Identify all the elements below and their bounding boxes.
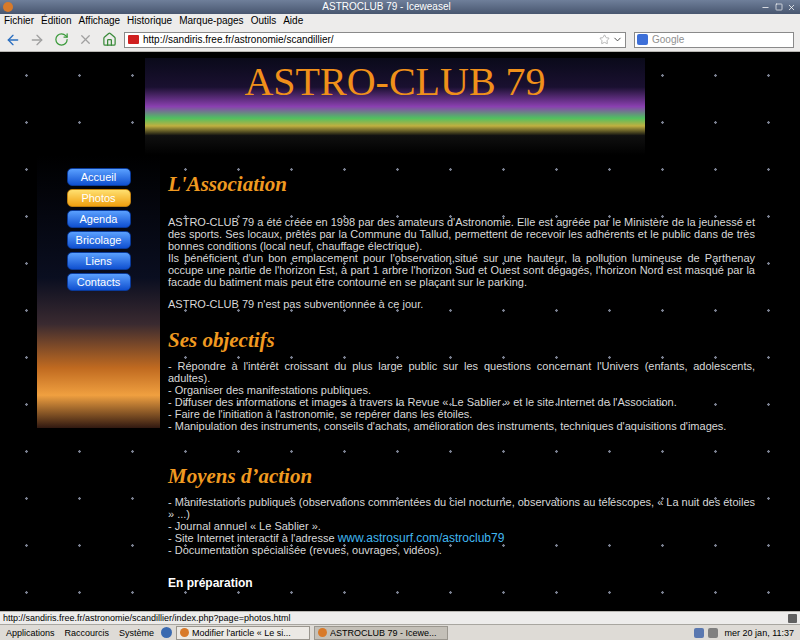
launcher-icon[interactable]	[161, 627, 172, 638]
text-line: - Site Internet interactif à l'adresse w…	[168, 532, 755, 544]
bookmark-star-icon[interactable]	[599, 34, 610, 45]
menu-item[interactable]: Édition	[41, 14, 72, 28]
text-line: - Répondre à l'intérêt croissant du plus…	[168, 360, 755, 384]
window-title: ASTROCLUB 79 - Iceweasel	[13, 0, 760, 14]
nav-button[interactable]: Photos	[67, 189, 131, 207]
volume-icon[interactable]	[708, 628, 718, 638]
close-icon[interactable]	[786, 2, 797, 13]
paragraph: ASTRO-CLUB 79 n'est pas subventionnée à …	[168, 298, 755, 310]
favicon-icon	[128, 35, 139, 44]
text-line: - Organiser des manifestations publiques…	[168, 384, 755, 396]
forward-icon[interactable]	[26, 29, 48, 51]
status-bar: http://sandiris.free.fr/astronomie/scand…	[0, 611, 800, 624]
nav-button[interactable]: Agenda	[67, 210, 131, 228]
app-icon	[180, 628, 189, 637]
text-line: ASTRO-CLUB 79 n'est pas subventionnée à …	[168, 298, 755, 310]
menu-item[interactable]: Affichage	[79, 14, 121, 28]
nav-button[interactable]: Accueil	[67, 168, 131, 186]
taskbar: Applications RaccourcisSystème Modifier l'…	[0, 624, 800, 640]
maximize-icon[interactable]	[773, 2, 784, 13]
title-bar: ASTROCLUB 79 - Iceweasel	[0, 0, 800, 14]
panel-menu[interactable]: Applications	[3, 626, 58, 640]
stop-icon[interactable]	[74, 29, 96, 51]
home-icon[interactable]	[98, 29, 120, 51]
section: Ses objectifs - Répondre à l'intérêt croi…	[168, 328, 755, 432]
nav-toolbar: http://sandiris.free.fr/astronomie/scand…	[0, 28, 800, 52]
menu-item[interactable]: Aide	[283, 14, 303, 28]
section: Moyens d’action - Manifestations publique…	[168, 464, 755, 556]
section-heading: Moyens d’action	[168, 464, 755, 488]
text-line: - Manipulation des instruments, conseils…	[168, 420, 755, 432]
tray-icon[interactable]	[694, 628, 704, 638]
task-button[interactable]: Modifier l'article « Le si...	[176, 626, 310, 640]
task-button[interactable]: ASTROCLUB 79 - Icewe...	[314, 626, 448, 640]
menu-item[interactable]: Fichier	[4, 14, 34, 28]
sidebar: Accueil Photos Agenda Bricolage Liens Contact…	[37, 155, 160, 428]
text-line: - Manifestations publiques (observations…	[168, 496, 755, 520]
panel-menu[interactable]: Système	[116, 626, 157, 640]
section-heading: Ses objectifs	[168, 328, 755, 352]
web-page: ASTRO-CLUB 79 Accueil Photos Agenda Bricolag…	[0, 52, 800, 611]
search-field[interactable]: Google	[634, 32, 794, 48]
paragraph: - Manifestations publiques (observations…	[168, 496, 755, 556]
screen: ASTROCLUB 79 - IceweaselFichier Édition Af…	[0, 0, 800, 640]
text-line: - Faire de l'initiation à l'astronomie, …	[168, 408, 755, 420]
paragraph: - Répondre à l'intérêt croissant du plus…	[168, 360, 755, 432]
addon-icon[interactable]	[788, 614, 797, 623]
text-line: Ils bénéficient d'un bon emplacement pou…	[168, 252, 755, 288]
section-heading: L'Association	[168, 172, 755, 196]
text-line: - Documentation spécialisée (revues, ouv…	[168, 544, 755, 556]
paragraph: ASTRO-CLUB 79 a été créée en 1998 par de…	[168, 216, 755, 288]
menu-item[interactable]: Marque-pages	[179, 14, 243, 28]
banner: ASTRO-CLUB 79	[145, 58, 645, 155]
nav-button[interactable]: Liens	[67, 252, 131, 270]
subheading: En préparation	[168, 576, 755, 590]
window-icon	[3, 2, 13, 12]
url-dropdown-icon[interactable]	[612, 34, 623, 45]
section: L'Association ASTRO-CLUB 79 a été créée e…	[168, 172, 755, 310]
content: L'Association ASTRO-CLUB 79 a été créée e…	[168, 155, 755, 590]
panel-menu[interactable]: Raccourcis	[62, 626, 113, 640]
site-link[interactable]: www.astrosurf.com/astroclub79	[338, 531, 505, 545]
url-field[interactable]: http://sandiris.free.fr/astronomie/scand…	[124, 32, 626, 48]
banner-title: ASTRO-CLUB 79	[244, 60, 545, 155]
text-line: ASTRO-CLUB 79 a été créée en 1998 par de…	[168, 216, 755, 252]
nav-button[interactable]: Contacts	[67, 273, 131, 291]
clock[interactable]: mer 20 jan, 11:37	[722, 626, 797, 640]
reload-icon[interactable]	[50, 29, 72, 51]
search-engine-icon[interactable]	[637, 34, 648, 45]
menu-item[interactable]: Historique	[127, 14, 172, 28]
nav-button[interactable]: Bricolage	[67, 231, 131, 249]
menu-bar: Fichier Édition Affichage Historique Marque-…	[0, 14, 800, 28]
text-line: - Diffuser des informations et images à …	[168, 396, 755, 408]
app-icon	[318, 628, 327, 637]
text-line: - Journal annuel « Le Sablier ».	[168, 520, 755, 532]
minimize-icon[interactable]	[760, 2, 771, 13]
menu-item[interactable]: Outils	[251, 14, 277, 28]
back-icon[interactable]	[2, 29, 24, 51]
